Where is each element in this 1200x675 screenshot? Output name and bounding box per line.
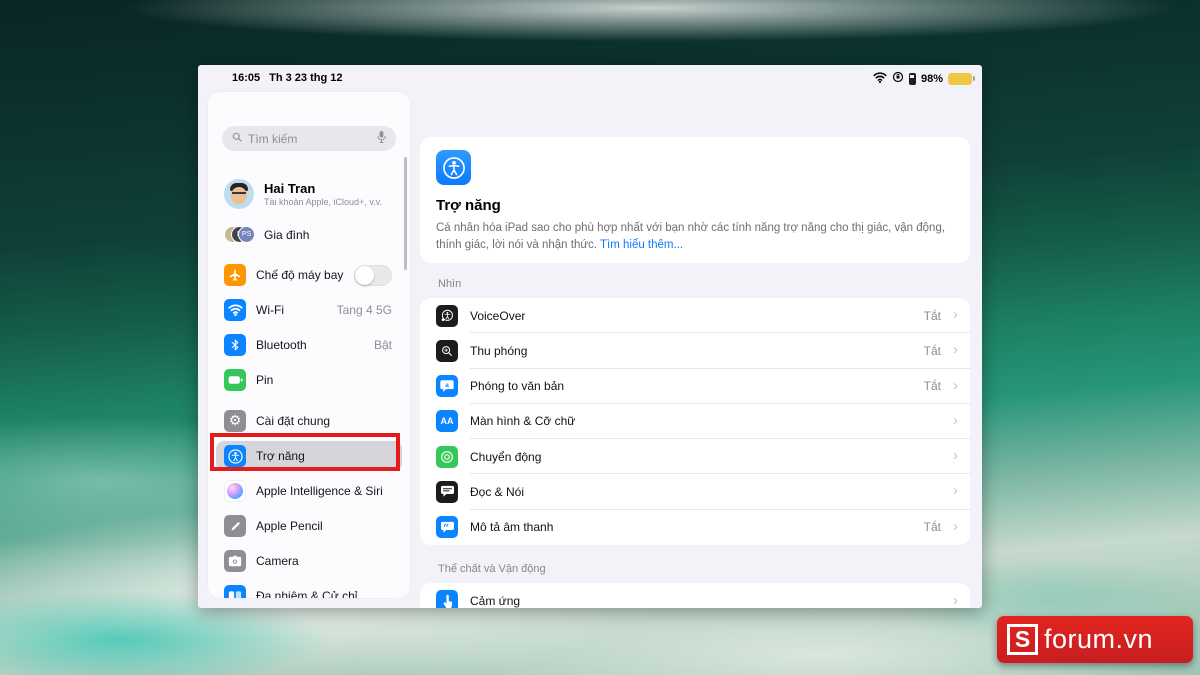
gear-icon: ⚙ bbox=[224, 410, 246, 432]
status-date: Th 3 23 thg 12 bbox=[269, 72, 343, 84]
pencil-icon bbox=[224, 515, 246, 537]
profile-subtitle: Tài khoản Apple, iCloud+, v.v. bbox=[264, 197, 382, 207]
accessibility-pane: Trợ năng Cá nhân hóa iPad sao cho phù hợ… bbox=[420, 65, 970, 608]
sidebar-item-wifi[interactable]: Wi-Fi Tang 4 5G bbox=[216, 295, 402, 325]
avatar bbox=[224, 179, 254, 209]
wifi-icon bbox=[224, 299, 246, 321]
page-description: Cá nhân hóa iPad sao cho phù hợp nhất vớ… bbox=[436, 222, 946, 252]
motion-icon bbox=[436, 445, 458, 468]
row-label: Màn hình & Cỡ chữ bbox=[470, 414, 576, 429]
sidebar-item-profile[interactable]: Hai Tran Tài khoản Apple, iCloud+, v.v. bbox=[216, 176, 402, 212]
sidebar-item-label: Pin bbox=[256, 373, 274, 387]
wifi-network-value: Tang 4 5G bbox=[336, 303, 392, 317]
camera-icon bbox=[224, 550, 246, 572]
mic-icon[interactable] bbox=[376, 130, 387, 147]
sidebar-item-label: Gia đình bbox=[264, 228, 310, 242]
profile-name: Hai Tran bbox=[264, 181, 316, 196]
sidebar-item-label: Wi-Fi bbox=[256, 303, 284, 317]
row-value: Tắt bbox=[923, 520, 941, 535]
settings-sidebar: Tìm kiếm Hai Tran Tài khoản Apple, iClou… bbox=[208, 92, 410, 598]
sidebar-item-camera[interactable]: Camera bbox=[216, 546, 402, 576]
row-label: Đọc & Nói bbox=[470, 484, 525, 499]
row-value: Tắt bbox=[923, 308, 941, 323]
accessibility-icon bbox=[224, 445, 246, 467]
sidebar-item-multitasking[interactable]: Đa nhiệm & Cử chỉ bbox=[216, 581, 402, 598]
section-label-vision: Nhìn bbox=[438, 278, 462, 290]
sforum-logo-text: forum.vn bbox=[1044, 624, 1154, 654]
spoken-content-icon bbox=[436, 480, 458, 503]
vision-settings-card: VoiceOver Tắt › Thu phóng Tắt › a Phóng … bbox=[420, 298, 970, 545]
row-zoom[interactable]: Thu phóng Tắt › bbox=[420, 333, 970, 369]
sidebar-item-label: Cài đặt chung bbox=[256, 414, 331, 428]
section-label-physical-motor: Thể chất và Vận động bbox=[438, 563, 546, 575]
svg-text:a: a bbox=[445, 382, 449, 389]
sidebar-item-label: Đa nhiệm & Cử chỉ bbox=[256, 589, 358, 598]
search-placeholder: Tìm kiếm bbox=[248, 131, 298, 146]
chevron-right-icon: › bbox=[953, 447, 958, 465]
sidebar-item-label: Trợ năng bbox=[256, 449, 305, 463]
text-bubble-icon: a bbox=[436, 375, 458, 398]
siri-icon bbox=[224, 480, 246, 502]
chevron-right-icon: › bbox=[953, 341, 958, 359]
accessibility-app-icon bbox=[436, 150, 471, 185]
voiceover-icon bbox=[436, 304, 458, 327]
row-label: Chuyển động bbox=[470, 449, 542, 464]
bluetooth-icon bbox=[224, 334, 246, 356]
row-label: Mô tả âm thanh bbox=[470, 520, 554, 535]
row-label: Cảm ứng bbox=[470, 594, 521, 608]
sidebar-item-label: Bluetooth bbox=[256, 338, 307, 352]
row-audio-descriptions[interactable]: Mô tả âm thanh Tắt › bbox=[420, 510, 970, 545]
airplane-mode-toggle[interactable] bbox=[354, 264, 392, 286]
page-title: Trợ năng bbox=[436, 197, 501, 214]
chevron-right-icon: › bbox=[953, 411, 958, 429]
touch-icon bbox=[436, 590, 458, 608]
accessibility-header-card: Trợ năng Cá nhân hóa iPad sao cho phù hợ… bbox=[420, 137, 970, 263]
sidebar-item-label: Chế độ máy bay bbox=[256, 268, 344, 282]
row-label: Thu phóng bbox=[470, 343, 528, 358]
sidebar-item-accessibility[interactable]: Trợ năng bbox=[216, 441, 402, 471]
sidebar-item-family[interactable]: DPS Gia đình bbox=[216, 222, 402, 248]
sidebar-item-label: Apple Intelligence & Siri bbox=[256, 484, 383, 498]
sidebar-item-label: Apple Pencil bbox=[256, 519, 323, 533]
zoom-icon bbox=[436, 339, 458, 362]
ipad-settings-screenshot: 16:05 Th 3 23 thg 12 98% Tìm kiếm Hai Tr… bbox=[198, 65, 982, 608]
battery-icon bbox=[224, 369, 246, 391]
chevron-right-icon: › bbox=[953, 517, 958, 535]
family-avatars-icon: DPS bbox=[224, 225, 255, 245]
row-voiceover[interactable]: VoiceOver Tắt › bbox=[420, 298, 970, 334]
row-display-text-size[interactable]: AA Màn hình & Cỡ chữ › bbox=[420, 404, 970, 440]
sidebar-item-label: Camera bbox=[256, 554, 299, 568]
audio-description-icon bbox=[436, 516, 458, 539]
row-larger-text[interactable]: a Phóng to văn bản Tắt › bbox=[420, 369, 970, 405]
sidebar-item-airplane-mode[interactable]: Chế độ máy bay bbox=[216, 260, 402, 290]
bluetooth-value: Bật bbox=[373, 338, 392, 352]
sidebar-item-apple-pencil[interactable]: Apple Pencil bbox=[216, 511, 402, 541]
sidebar-scrollbar[interactable] bbox=[404, 157, 407, 270]
multitask-icon bbox=[224, 585, 246, 598]
row-spoken-content[interactable]: Đọc & Nói › bbox=[420, 474, 970, 510]
sforum-logo-icon: S bbox=[1007, 624, 1038, 655]
row-motion[interactable]: Chuyển động › bbox=[420, 439, 970, 475]
search-icon bbox=[231, 131, 243, 146]
row-touch[interactable]: Cảm ứng › bbox=[420, 583, 970, 608]
chevron-right-icon: › bbox=[953, 376, 958, 394]
row-label: VoiceOver bbox=[470, 308, 526, 323]
status-time: 16:05 bbox=[232, 72, 261, 84]
airplane-icon bbox=[224, 264, 246, 286]
search-input[interactable]: Tìm kiếm bbox=[222, 126, 396, 151]
physical-motor-settings-card: Cảm ứng › bbox=[420, 583, 970, 608]
sidebar-item-bluetooth[interactable]: Bluetooth Bật bbox=[216, 330, 402, 360]
sidebar-item-general[interactable]: ⚙ Cài đặt chung bbox=[216, 406, 402, 436]
display-textsize-icon: AA bbox=[436, 410, 458, 433]
row-value: Tắt bbox=[923, 343, 941, 358]
chevron-right-icon: › bbox=[953, 306, 958, 324]
chevron-right-icon: › bbox=[953, 482, 958, 500]
row-label: Phóng to văn bản bbox=[470, 379, 565, 394]
chevron-right-icon: › bbox=[953, 591, 958, 608]
sforum-watermark: S forum.vn bbox=[997, 616, 1193, 663]
sidebar-item-battery[interactable]: Pin bbox=[216, 365, 402, 395]
sidebar-item-apple-intelligence-siri[interactable]: Apple Intelligence & Siri bbox=[216, 476, 402, 506]
row-value: Tắt bbox=[923, 379, 941, 394]
learn-more-link[interactable]: Tìm hiểu thêm... bbox=[600, 239, 683, 251]
